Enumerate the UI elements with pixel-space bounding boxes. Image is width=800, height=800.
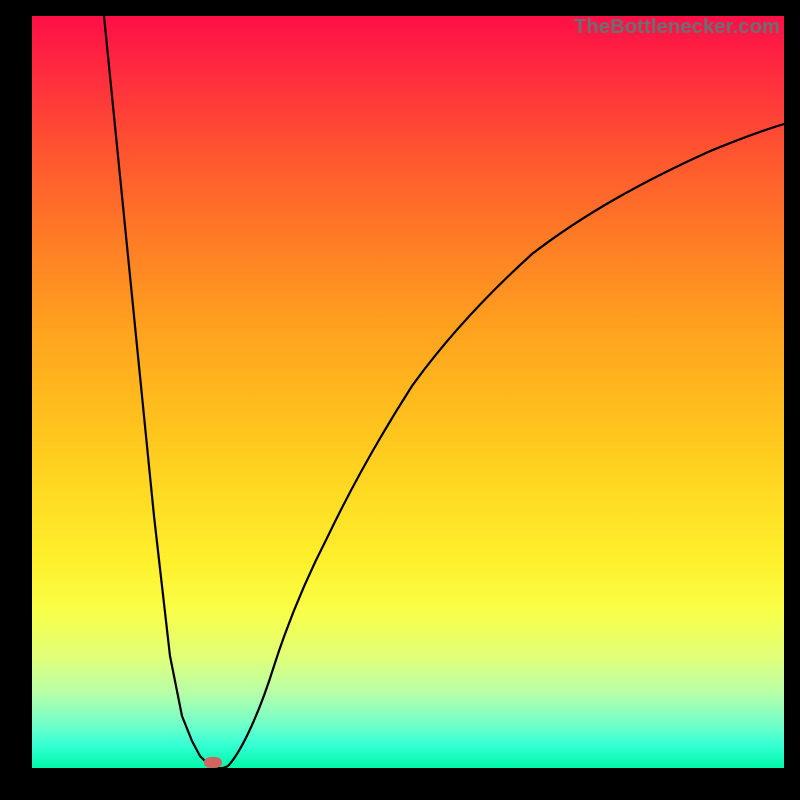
bottleneck-curve	[32, 16, 784, 768]
chart-frame: TheBottlenecker.com	[0, 0, 800, 800]
curve-path	[104, 16, 784, 768]
watermark-text: TheBottlenecker.com	[574, 16, 780, 39]
plot-area: TheBottlenecker.com	[32, 16, 784, 768]
optimum-marker	[204, 757, 222, 768]
